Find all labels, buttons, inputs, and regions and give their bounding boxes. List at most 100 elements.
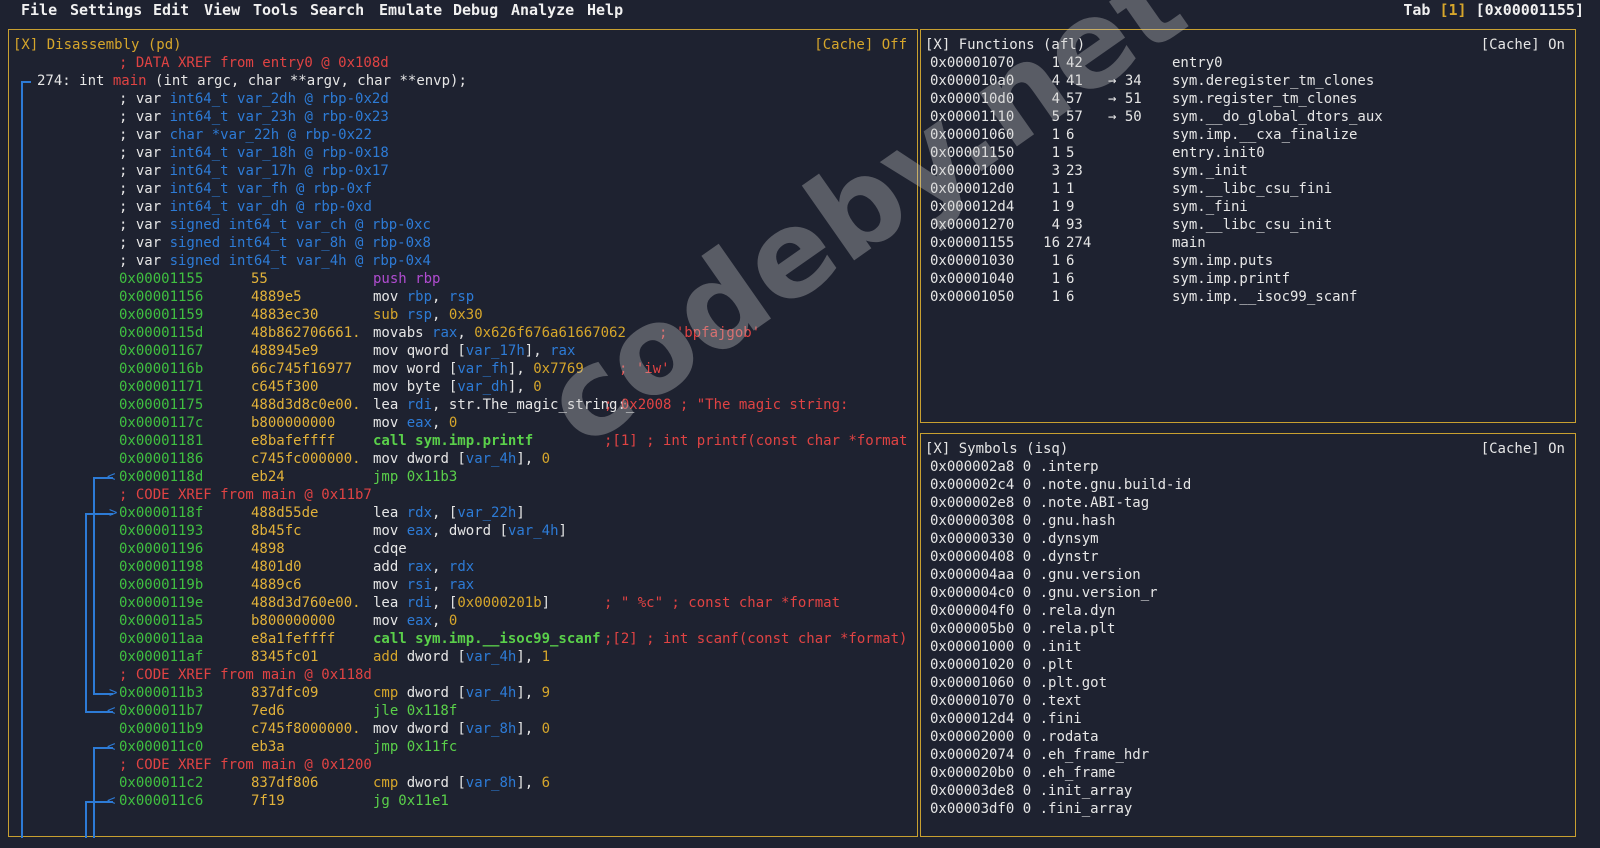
instruction-line[interactable]: 0x0000116b 66c745f16977 mov word [var_fh],… [119, 360, 909, 378]
symbol-row[interactable]: 0x00001000 0 .init [930, 638, 1082, 656]
instruction-line[interactable]: 0x00001175 488d3d8c0e00. lea rdi, str.The_… [119, 396, 909, 414]
var-name[interactable]: var_18h [237, 145, 296, 161]
var-name[interactable]: var_4h [296, 253, 347, 269]
function-row[interactable]: 0x00001110 5 57 → 50 sym.__do_global_dtors_a… [930, 108, 1570, 126]
instruction-line[interactable]: 0x000011c2 837df806 cmp dword [var_8h], 6 [119, 774, 909, 792]
instruction-address[interactable]: 0x0000119e [119, 595, 203, 611]
function-name[interactable]: sym.imp.__isoc99_scanf [1172, 288, 1357, 306]
symbol-name[interactable]: .dynstr [1040, 549, 1099, 565]
instruction-line[interactable]: 0x00001186 c745fc000000. mov dword [var_4h… [119, 450, 909, 468]
function-row[interactable]: 0x00001070 1 42 entry0 [930, 54, 1570, 72]
symbol-row[interactable]: 0x00001070 0 .text [930, 692, 1082, 710]
instruction-line[interactable]: 0x000011c6 7f19 jg 0x11e1 [119, 792, 909, 810]
symbol-name[interactable]: .gnu.version [1040, 567, 1141, 583]
var-name[interactable]: var_2dh [237, 91, 296, 107]
symbol-row[interactable]: 0x000004c0 0 .gnu.version_r [930, 584, 1158, 602]
function-row[interactable]: 0x00001040 1 6 sym.imp.printf [930, 270, 1570, 288]
symbols-cache-toggle[interactable]: [Cache] On [1481, 440, 1565, 458]
symbol-name[interactable]: .rela.dyn [1040, 603, 1116, 619]
instruction-line[interactable]: 0x00001171 c645f300 mov byte [var_dh], 0 [119, 378, 909, 396]
menu-analyze[interactable]: Analyze [511, 0, 574, 20]
instruction-line[interactable]: 0x000011b9 c745f8000000. mov dword [var_8h… [119, 720, 909, 738]
disassembly-panel[interactable]: [X] Disassembly (pd) [Cache] Off ; DATA … [8, 29, 918, 838]
instruction-line[interactable]: 0x000011a5 b800000000 mov eax, 0 [119, 612, 909, 630]
instruction-address[interactable]: 0x0000118d [119, 469, 203, 485]
function-row[interactable]: 0x000012d4 1 9 sym._fini [930, 198, 1570, 216]
disassembly-cache-toggle[interactable]: [Cache] Off [814, 36, 907, 54]
var-name[interactable]: var_8h [296, 235, 347, 251]
symbol-name[interactable]: .plt.got [1040, 675, 1107, 691]
function-name[interactable]: sym.__libc_csu_fini [1172, 180, 1332, 198]
var-name[interactable]: var_fh [237, 181, 288, 197]
instruction-line[interactable]: 0x0000117c b800000000 mov eax, 0 [119, 414, 909, 432]
disassembly-panel-title[interactable]: [X] Disassembly (pd) [13, 36, 182, 54]
symbol-row[interactable]: 0x000004aa 0 .gnu.version [930, 566, 1141, 584]
instruction-line[interactable]: 0x00001193 8b45fc mov eax, dword [var_4h] [119, 522, 909, 540]
instruction-address[interactable]: 0x000011b3 [119, 685, 203, 701]
instruction-address[interactable]: 0x0000118f [119, 505, 203, 521]
instruction-address[interactable]: 0x00001167 [119, 343, 203, 359]
function-row[interactable]: 0x00001150 1 5 entry.init0 [930, 144, 1570, 162]
instruction-line[interactable]: 0x00001159 4883ec30 sub rsp, 0x30 [119, 306, 909, 324]
instruction-address[interactable]: 0x00001196 [119, 541, 203, 557]
symbol-name[interactable]: .init [1040, 639, 1082, 655]
instruction-line[interactable]: 0x00001156 4889e5 mov rbp, rsp [119, 288, 909, 306]
function-row[interactable]: 0x000010a0 4 41 → 34 sym.deregister_tm_clone… [930, 72, 1570, 90]
function-name[interactable]: sym.__do_global_dtors_aux [1172, 108, 1383, 126]
instruction-address[interactable]: 0x000011c2 [119, 775, 203, 791]
instruction-line[interactable]: 0x000011b7 7ed6 jle 0x118f [119, 702, 909, 720]
instruction-line[interactable]: 0x00001155 55 push rbp [119, 270, 909, 288]
menu-help[interactable]: Help [587, 0, 623, 20]
function-name[interactable]: sym.imp.printf [1172, 270, 1290, 288]
function-row[interactable]: 0x000012d0 1 1 sym.__libc_csu_fini [930, 180, 1570, 198]
symbol-row[interactable]: 0x00002000 0 .rodata [930, 728, 1099, 746]
symbol-row[interactable]: 0x000002e8 0 .note.ABI-tag [930, 494, 1149, 512]
function-name[interactable]: entry0 [1172, 54, 1223, 72]
instruction-line[interactable]: 0x000011af 8345fc01 add dword [var_4h], 1 [119, 648, 909, 666]
var-name[interactable]: var_ch [296, 217, 347, 233]
functions-cache-toggle[interactable]: [Cache] On [1481, 36, 1565, 54]
symbol-row[interactable]: 0x00003df0 0 .fini_array [930, 800, 1132, 818]
symbol-row[interactable]: 0x00000330 0 .dynsym [930, 530, 1099, 548]
instruction-address[interactable]: 0x0000115d [119, 325, 203, 341]
instruction-address[interactable]: 0x00001156 [119, 289, 203, 305]
symbol-name[interactable]: .text [1040, 693, 1082, 709]
symbol-name[interactable]: .fini [1040, 711, 1082, 727]
symbol-name[interactable]: .plt [1040, 657, 1074, 673]
instruction-address[interactable]: 0x00001175 [119, 397, 203, 413]
symbol-name[interactable]: .interp [1040, 459, 1099, 475]
menu-view[interactable]: View [204, 0, 240, 20]
function-name[interactable]: sym.__libc_csu_init [1172, 216, 1332, 234]
symbol-name[interactable]: .rela.plt [1040, 621, 1116, 637]
symbols-panel-title[interactable]: [X] Symbols (isq) [925, 440, 1068, 458]
var-name[interactable]: var_dh [237, 199, 288, 215]
symbol-row[interactable]: 0x000002c4 0 .note.gnu.build-id [930, 476, 1191, 494]
functions-panel[interactable]: [X] Functions (afl) [Cache] On 0x0000107… [920, 29, 1576, 423]
instruction-line[interactable]: 0x000011aa e8a1feffff call sym.imp.__isoc9… [119, 630, 909, 648]
instruction-address[interactable]: 0x000011af [119, 649, 203, 665]
symbol-name[interactable]: .eh_frame [1040, 765, 1116, 781]
symbol-row[interactable]: 0x000005b0 0 .rela.plt [930, 620, 1115, 638]
function-name[interactable]: main [1172, 234, 1206, 252]
symbols-panel[interactable]: [X] Symbols (isq) [Cache] On 0x000002a8 … [920, 433, 1576, 837]
menu-tools[interactable]: Tools [253, 0, 298, 20]
symbol-name[interactable]: .dynsym [1040, 531, 1099, 547]
symbol-row[interactable]: 0x000012d4 0 .fini [930, 710, 1082, 728]
symbol-row[interactable]: 0x00001060 0 .plt.got [930, 674, 1107, 692]
symbol-row[interactable]: 0x00001020 0 .plt [930, 656, 1073, 674]
symbol-name[interactable]: .init_array [1040, 783, 1133, 799]
signature-function-name[interactable]: main [113, 73, 147, 89]
function-row[interactable]: 0x00001030 1 6 sym.imp.puts [930, 252, 1570, 270]
function-name[interactable]: sym.deregister_tm_clones [1172, 72, 1374, 90]
instruction-address[interactable]: 0x00001198 [119, 559, 203, 575]
instruction-line[interactable]: 0x000011c0 eb3a jmp 0x11fc [119, 738, 909, 756]
symbol-row[interactable]: 0x000004f0 0 .rela.dyn [930, 602, 1115, 620]
menu-file[interactable]: File [21, 0, 57, 20]
instruction-address[interactable]: 0x000011b7 [119, 703, 203, 719]
function-name[interactable]: sym.register_tm_clones [1172, 90, 1357, 108]
symbol-row[interactable]: 0x000020b0 0 .eh_frame [930, 764, 1115, 782]
symbol-row[interactable]: 0x00000308 0 .gnu.hash [930, 512, 1115, 530]
instruction-address[interactable]: 0x000011c6 [119, 793, 203, 809]
function-row[interactable]: 0x00001270 4 93 sym.__libc_csu_init [930, 216, 1570, 234]
menu-settings[interactable]: Settings [70, 0, 142, 20]
